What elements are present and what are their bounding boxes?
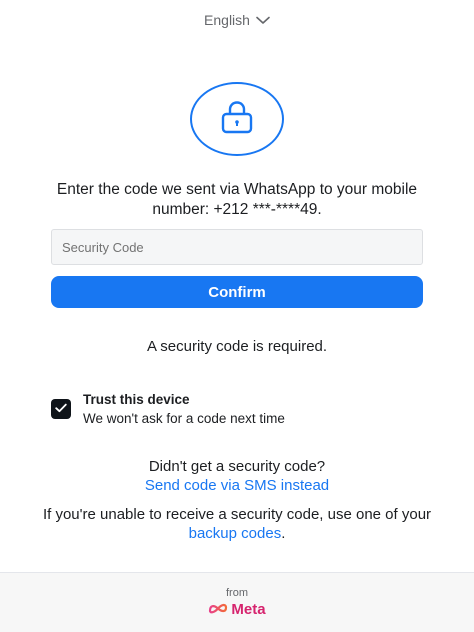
backup-text-end: . <box>281 525 286 542</box>
checkmark-icon <box>55 400 67 418</box>
trust-device-title: Trust this device <box>83 392 190 407</box>
meta-logo: Meta <box>208 601 266 618</box>
confirm-button[interactable]: Confirm <box>51 276 423 308</box>
backup-text: If you're unable to receive a security c… <box>42 506 432 523</box>
backup-codes-section: If you're unable to receive a security c… <box>30 505 444 543</box>
trust-device-subtitle: We won't ask for a code next time <box>83 411 285 426</box>
meta-infinity-icon <box>208 601 228 618</box>
footer: from Meta <box>0 572 474 632</box>
lock-icon <box>219 100 255 139</box>
instruction-text: Enter the code we sent via WhatsApp to y… <box>56 181 418 218</box>
chevron-down-icon <box>256 16 270 25</box>
send-sms-link[interactable]: Send code via SMS instead <box>0 476 474 495</box>
lock-illustration <box>190 82 284 156</box>
language-label: English <box>204 12 250 28</box>
backup-codes-link[interactable]: backup codes <box>189 525 282 542</box>
error-message: A security code is required. <box>146 338 328 355</box>
security-code-input[interactable] <box>51 229 423 265</box>
language-selector[interactable]: English <box>0 12 474 28</box>
meta-wordmark: Meta <box>231 601 266 618</box>
resend-question: Didn't get a security code? <box>148 458 326 475</box>
trust-device-checkbox[interactable] <box>51 399 71 419</box>
trust-device-option: Trust this device We won't ask for a cod… <box>51 392 285 426</box>
lock-circle <box>190 82 284 156</box>
resend-section: Didn't get a security code? Send code vi… <box>0 457 474 495</box>
from-label: from <box>226 587 248 599</box>
